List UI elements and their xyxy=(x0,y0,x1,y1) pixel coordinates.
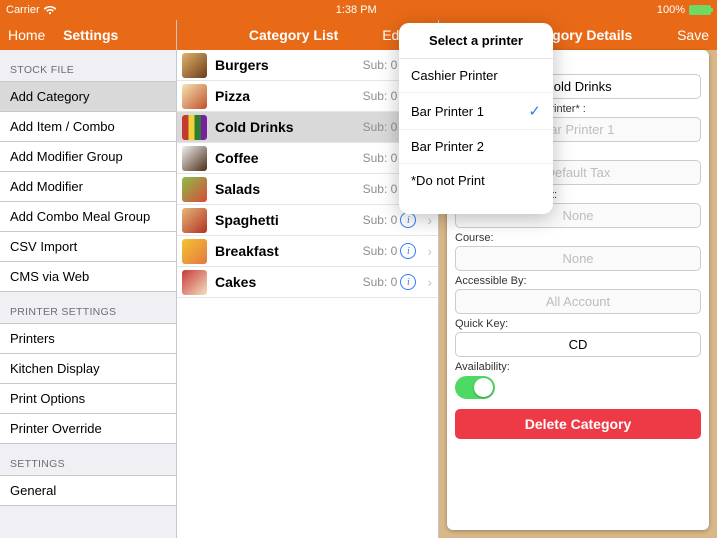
sidebar-item[interactable]: CMS via Web xyxy=(0,262,176,292)
chevron-right-icon: › xyxy=(424,243,432,259)
category-thumb xyxy=(182,84,207,109)
sidebar-item[interactable]: Add Modifier Group xyxy=(0,142,176,172)
chevron-right-icon: › xyxy=(424,274,432,290)
sidebar-item[interactable]: Add Item / Combo xyxy=(0,112,176,142)
category-list-title: Category List xyxy=(249,27,338,43)
quickkey-label: Quick Key: xyxy=(455,318,701,330)
printer-option[interactable]: Cashier Printer xyxy=(399,59,553,93)
category-sub: Sub: 0i xyxy=(363,243,417,259)
wifi-icon xyxy=(44,3,56,18)
section-header: SETTINGS xyxy=(0,444,176,476)
chevron-right-icon: › xyxy=(424,212,432,228)
sidebar-item[interactable]: Add Combo Meal Group xyxy=(0,202,176,232)
category-thumb xyxy=(182,146,207,171)
battery-percent: 100% xyxy=(657,4,685,16)
check-icon: ✓ xyxy=(528,102,541,120)
sidebar-item[interactable]: Print Options xyxy=(0,384,176,414)
category-name: Spaghetti xyxy=(215,212,355,228)
category-thumb xyxy=(182,115,207,140)
category-sub: Sub: 0i xyxy=(363,212,417,228)
sidebar-item[interactable]: Printers xyxy=(0,324,176,354)
category-name: Cakes xyxy=(215,274,355,290)
category-row[interactable]: Cakes Sub: 0i › xyxy=(177,267,438,298)
category-sub: Sub: 0i xyxy=(363,274,417,290)
category-name: Pizza xyxy=(215,88,355,104)
sidebar-item[interactable]: Add Category xyxy=(0,82,176,112)
section-header: STOCK FILE xyxy=(0,50,176,82)
course-field[interactable]: None xyxy=(455,246,701,271)
printer-popover: Select a printer Cashier PrinterBar Prin… xyxy=(399,23,553,214)
clock-label: 1:38 PM xyxy=(336,4,377,16)
printer-option[interactable]: *Do not Print xyxy=(399,164,553,214)
info-icon[interactable]: i xyxy=(400,274,416,290)
sidebar-nav: Home Settings xyxy=(0,20,176,50)
carrier-label: Carrier xyxy=(6,4,40,16)
category-name: Burgers xyxy=(215,57,355,73)
category-name: Breakfast xyxy=(215,243,355,259)
category-row[interactable]: Breakfast Sub: 0i › xyxy=(177,236,438,267)
printer-option[interactable]: Bar Printer 2 xyxy=(399,130,553,164)
sidebar: Home Settings STOCK FILEAdd CategoryAdd … xyxy=(0,20,177,538)
sidebar-item[interactable]: Printer Override xyxy=(0,414,176,444)
access-label: Accessible By: xyxy=(455,275,701,287)
sidebar-item[interactable]: CSV Import xyxy=(0,232,176,262)
availability-toggle[interactable] xyxy=(455,376,495,399)
availability-label: Availability: xyxy=(455,361,701,373)
category-thumb xyxy=(182,270,207,295)
popover-title: Select a printer xyxy=(399,23,553,59)
status-bar: Carrier 1:38 PM 100% xyxy=(0,0,717,20)
sidebar-title: Settings xyxy=(63,27,118,43)
category-thumb xyxy=(182,239,207,264)
category-thumb xyxy=(182,208,207,233)
save-button[interactable]: Save xyxy=(677,27,709,43)
home-button[interactable]: Home xyxy=(8,27,45,43)
category-thumb xyxy=(182,53,207,78)
info-icon[interactable]: i xyxy=(400,212,416,228)
category-name: Salads xyxy=(215,181,355,197)
printer-option[interactable]: Bar Printer 1✓ xyxy=(399,93,553,130)
quickkey-field[interactable]: CD xyxy=(455,332,701,357)
sidebar-item[interactable]: General xyxy=(0,476,176,506)
section-header: PRINTER SETTINGS xyxy=(0,292,176,324)
info-icon[interactable]: i xyxy=(400,243,416,259)
category-thumb xyxy=(182,177,207,202)
sidebar-item[interactable]: Kitchen Display xyxy=(0,354,176,384)
category-name: Coffee xyxy=(215,150,355,166)
category-row[interactable]: Spaghetti Sub: 0i › xyxy=(177,205,438,236)
battery-icon xyxy=(689,5,711,15)
course-label: Course: xyxy=(455,232,701,244)
delete-category-button[interactable]: Delete Category xyxy=(455,409,701,439)
sidebar-item[interactable]: Add Modifier xyxy=(0,172,176,202)
access-field[interactable]: All Account xyxy=(455,289,701,314)
category-name: Cold Drinks xyxy=(215,119,355,135)
